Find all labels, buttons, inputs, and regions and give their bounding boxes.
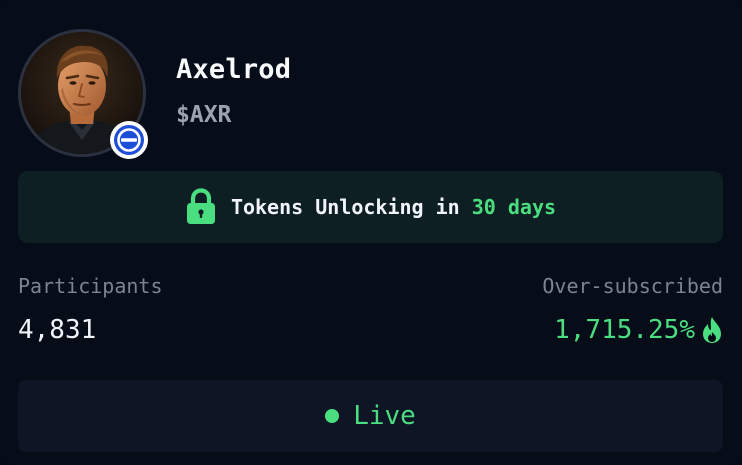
oversubscribed-value: 1,715.25% bbox=[554, 315, 695, 345]
presale-card: Axelrod $AXR Tokens Unlocking in 30 days… bbox=[0, 0, 742, 465]
unlock-banner: Tokens Unlocking in 30 days bbox=[18, 171, 723, 243]
oversubscribed-stat: 1,715.25% bbox=[554, 312, 723, 348]
token-ticker: $AXR bbox=[176, 102, 232, 128]
unlock-days: 30 days bbox=[471, 195, 557, 219]
chain-badge bbox=[110, 121, 148, 159]
flame-icon bbox=[703, 317, 721, 343]
live-label: Live bbox=[353, 401, 416, 431]
token-name: Axelrod bbox=[176, 54, 292, 85]
live-status-button[interactable]: Live bbox=[18, 380, 723, 452]
live-dot-icon bbox=[325, 409, 340, 423]
unlock-prefix: Tokens Unlocking in bbox=[230, 195, 472, 219]
participants-value: 4,831 bbox=[18, 315, 97, 345]
lock-icon bbox=[186, 188, 215, 224]
unlock-text: Tokens Unlocking in 30 days bbox=[231, 195, 556, 219]
participants-label: Participants bbox=[18, 274, 163, 298]
oversubscribed-label: Over-subscribed bbox=[542, 274, 723, 298]
chain-logo-icon bbox=[114, 125, 144, 155]
